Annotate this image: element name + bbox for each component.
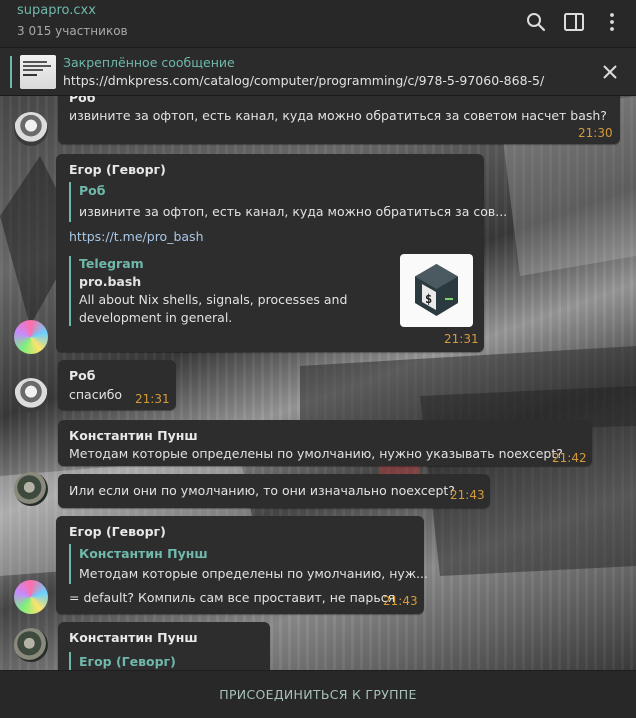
message-text: = default? Компиль сам все проставит, не…	[69, 590, 396, 605]
reply-text[interactable]: извините за офтоп, есть канал, куда можн…	[79, 204, 507, 219]
reply-sender[interactable]: Егор (Геворг)	[79, 654, 176, 669]
pinned-accent-bar	[10, 56, 12, 88]
avatar[interactable]	[14, 472, 48, 506]
message-sender[interactable]: Константин Пунш	[69, 428, 198, 443]
reply-sender[interactable]: Константин Пунш	[79, 546, 208, 561]
message-bubble[interactable]: Роб извините за офтоп, есть канал, куда …	[58, 96, 620, 144]
preview-thumbnail[interactable]: $	[400, 254, 473, 327]
message-sender[interactable]: Роб	[69, 96, 95, 105]
reply-sender[interactable]: Роб	[79, 183, 105, 198]
message-text: спасибо	[69, 387, 123, 402]
sidebar-icon[interactable]	[562, 10, 586, 34]
message-time: 21:30	[578, 126, 613, 140]
message-time: 21:42	[552, 451, 587, 465]
avatar[interactable]	[14, 580, 48, 614]
message-bubble[interactable]: Егор (Геворг) Константин Пунш Методам ко…	[56, 516, 428, 614]
preview-site-name: Telegram	[79, 256, 144, 271]
message-text: извините за офтоп, есть канал, куда можн…	[69, 108, 607, 123]
pinned-url[interactable]: https://dmkpress.com/catalog/computer/pr…	[63, 73, 544, 88]
message-sender[interactable]: Егор (Геворг)	[69, 524, 166, 539]
chat-footer: ПРИСОЕДИНИТЬСЯ К ГРУППЕ	[0, 670, 636, 718]
reply-accent-bar	[69, 544, 71, 584]
message-sender[interactable]: Егор (Геворг)	[69, 162, 166, 177]
message-bubble[interactable]: Константин Пунш Егор (Геворг)	[58, 622, 270, 670]
reply-accent-bar	[69, 652, 71, 670]
chat-header: supapro.cxx 3 015 участников	[0, 0, 636, 48]
preview-description: development in general.	[79, 310, 233, 325]
svg-text:$: $	[425, 292, 432, 306]
bash-logo-icon: $	[415, 264, 458, 316]
chat-title[interactable]: supapro.cxx	[17, 3, 96, 18]
message-feed[interactable]: Роб извините за офтоп, есть канал, куда …	[0, 96, 636, 670]
message-sender[interactable]: Роб	[69, 368, 95, 383]
avatar[interactable]	[14, 112, 48, 146]
message-text: Или если они по умолчанию, то они изнача…	[69, 483, 455, 498]
message-time: 21:43	[383, 594, 418, 608]
message-link[interactable]: https://t.me/pro_bash	[69, 229, 204, 244]
preview-accent-bar	[69, 256, 71, 326]
chat-member-count: 3 015 участников	[17, 24, 128, 38]
message-bubble[interactable]: Константин Пунш Методам которые определе…	[58, 420, 592, 466]
join-group-button[interactable]: ПРИСОЕДИНИТЬСЯ К ГРУППЕ	[0, 671, 636, 718]
reply-accent-bar	[69, 182, 71, 222]
message-time: 21:43	[450, 488, 485, 502]
message-text: Методам которые определены по умолчанию,…	[69, 446, 563, 461]
message-time: 21:31	[135, 392, 170, 406]
preview-description: All about Nix shells, signals, processes…	[79, 292, 348, 307]
pinned-message[interactable]: Закреплённое сообщение https://dmkpress.…	[0, 48, 636, 96]
pinned-title: Закреплённое сообщение	[63, 55, 235, 70]
avatar[interactable]	[14, 320, 48, 354]
message-bubble[interactable]: Или если они по умолчанию, то они изнача…	[58, 474, 490, 508]
message-time: 21:31	[444, 332, 479, 346]
avatar[interactable]	[14, 628, 48, 662]
message-sender[interactable]: Константин Пунш	[69, 630, 198, 645]
pinned-thumbnail	[20, 55, 56, 89]
preview-title[interactable]: pro.bash	[79, 274, 141, 289]
search-icon[interactable]	[524, 10, 548, 34]
message-bubble[interactable]: Роб спасибо 21:31	[58, 360, 176, 410]
more-vert-icon[interactable]	[600, 10, 624, 34]
avatar[interactable]	[14, 378, 48, 412]
close-icon[interactable]	[600, 62, 620, 82]
reply-text[interactable]: Методам которые определены по умолчанию,…	[79, 566, 428, 581]
